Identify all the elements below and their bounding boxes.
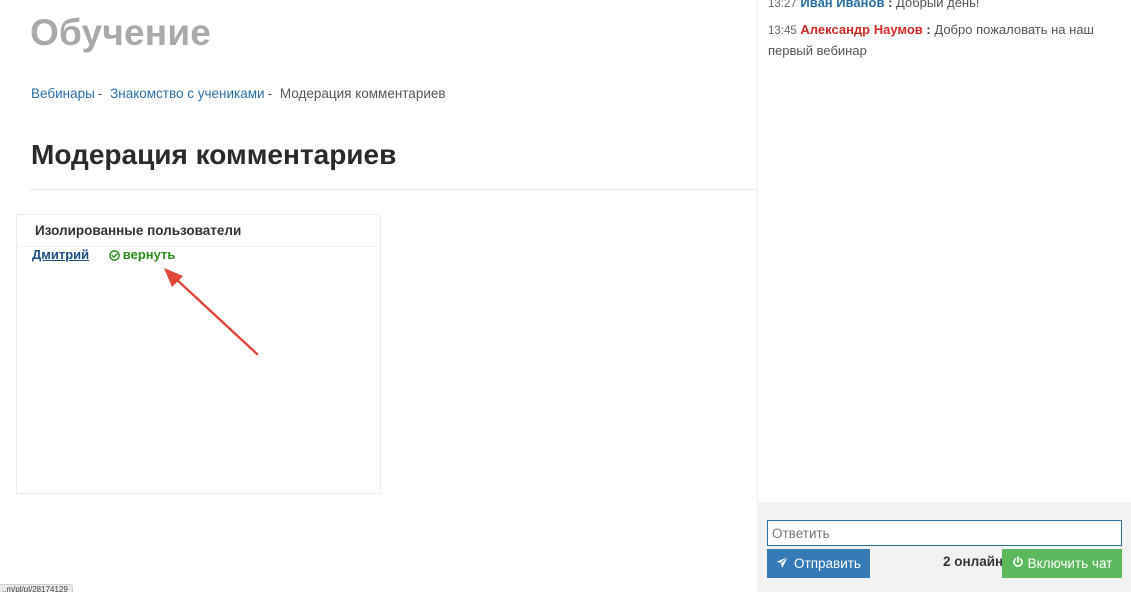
- divider: [30, 189, 756, 190]
- chat-message: 13:45 Александр Наумов : Добро пожаловат…: [768, 20, 1098, 60]
- online-count: 2 онлайн: [943, 554, 1004, 569]
- chat-footer: Отправить 2 онлайн Включить чат: [758, 502, 1131, 592]
- breadcrumb-separator: -: [267, 86, 273, 101]
- message-author[interactable]: Иван Иванов: [800, 0, 884, 10]
- breadcrumb-item-webinars[interactable]: Вебинары: [31, 86, 95, 101]
- isolated-users-panel: Изолированные пользователи Дмитрий верну…: [16, 214, 381, 494]
- enable-chat-button[interactable]: Включить чат: [1002, 549, 1122, 578]
- page-title: Обучение: [30, 12, 212, 53]
- power-icon: [1012, 556, 1024, 571]
- breadcrumb-current: Модерация комментариев: [279, 86, 446, 101]
- message-time: 13:27: [768, 0, 797, 10]
- breadcrumb: Вебинары - Знакомство с учениками - Модера…: [31, 86, 446, 101]
- page: Обучение Вебинары - Знакомство с ученикам…: [0, 0, 1131, 592]
- status-bar-url: ..m/pl/pl/28174129: [0, 584, 73, 592]
- send-label: Отправить: [794, 556, 861, 571]
- isolated-user-row: Дмитрий вернуть: [32, 247, 175, 264]
- user-link[interactable]: Дмитрий: [32, 247, 89, 262]
- restore-button[interactable]: вернуть: [108, 247, 176, 264]
- chat-message: 13:27 Иван Иванов : Добрый день!: [768, 0, 1098, 14]
- message-time: 13:45: [768, 25, 797, 37]
- message-text: Добрый день!: [896, 0, 980, 10]
- chat-panel: 13:27 Иван Иванов : Добрый день! 13:45 А…: [757, 0, 1131, 592]
- message-colon: :: [926, 22, 931, 37]
- message-colon: :: [888, 0, 893, 10]
- panel-heading: Изолированные пользователи: [17, 215, 380, 247]
- enable-chat-label: Включить чат: [1027, 556, 1113, 571]
- paper-plane-icon: [776, 556, 789, 572]
- message-author[interactable]: Александр Наумов: [800, 22, 922, 37]
- check-circle-icon: [108, 249, 120, 264]
- breadcrumb-separator: -: [97, 86, 103, 101]
- send-button[interactable]: Отправить: [767, 549, 870, 578]
- section-title: Модерация комментариев: [31, 139, 397, 170]
- reply-input[interactable]: [767, 520, 1122, 546]
- restore-label: вернуть: [122, 247, 176, 262]
- breadcrumb-item-meet-students[interactable]: Знакомство с учениками: [110, 86, 265, 101]
